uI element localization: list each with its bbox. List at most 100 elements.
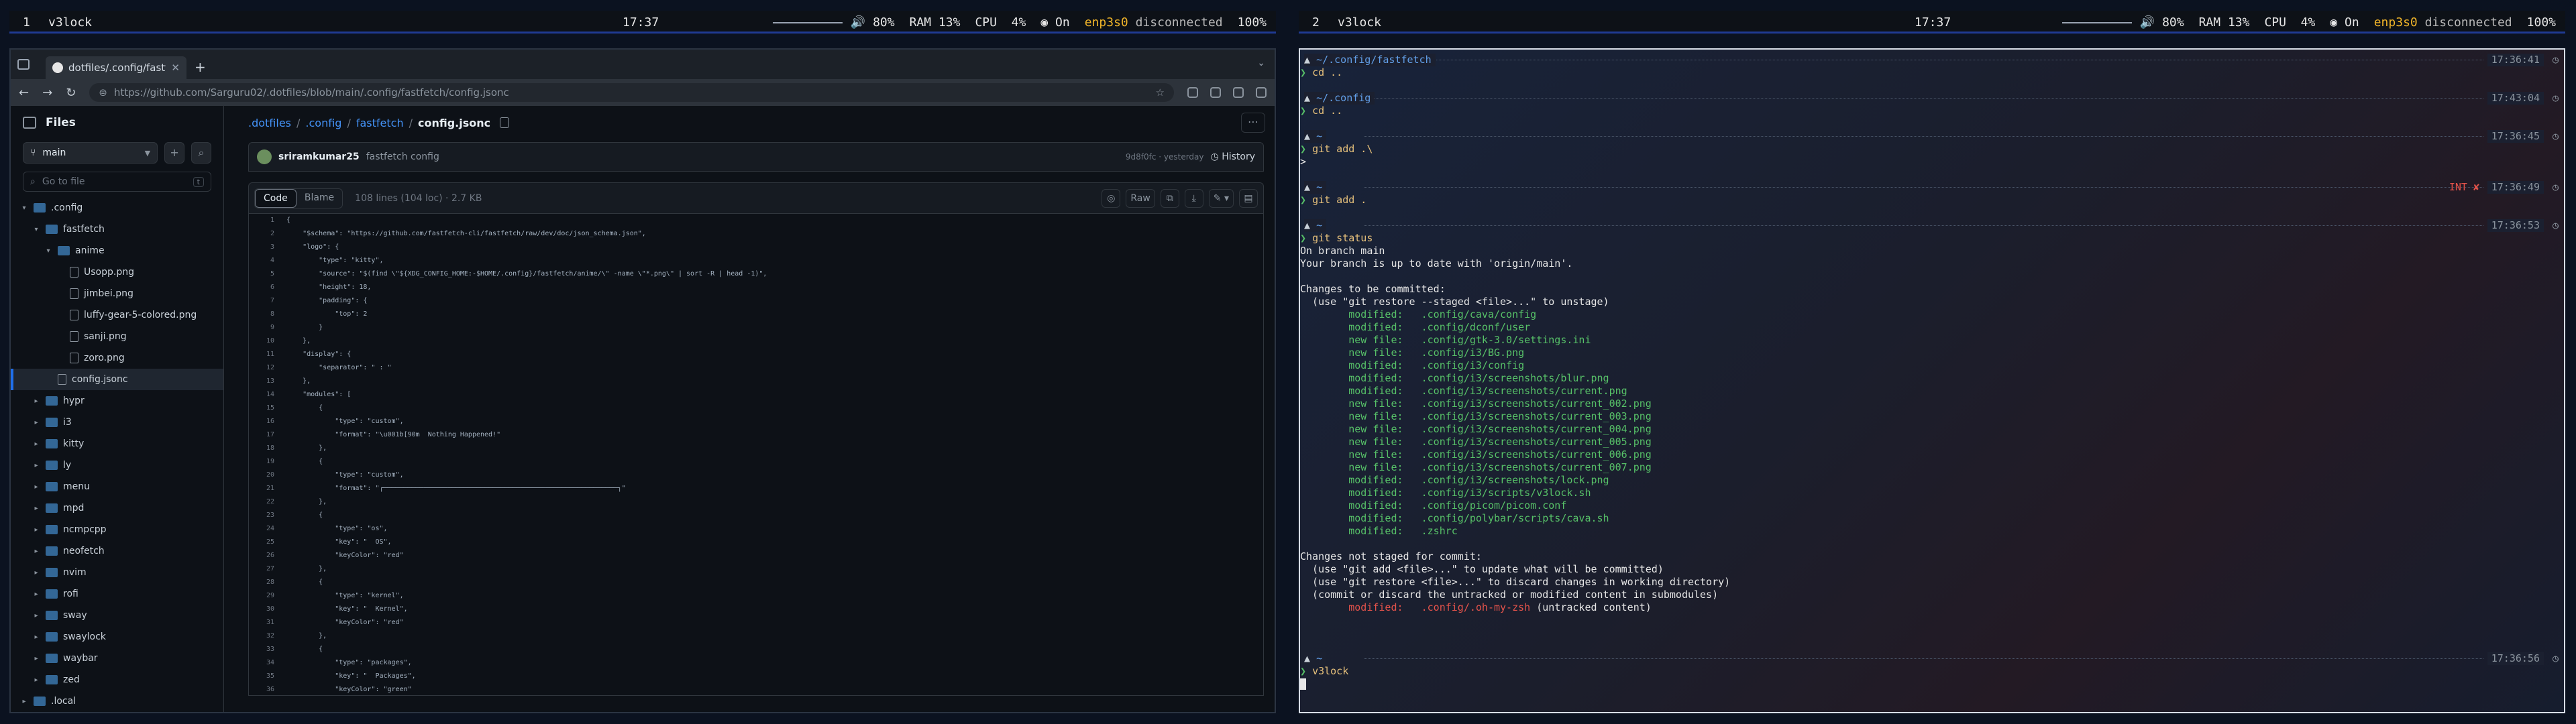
line-number[interactable]: 17 (249, 428, 286, 442)
account-icon[interactable] (1210, 87, 1221, 98)
line-number[interactable]: 24 (249, 522, 286, 536)
tree-folder[interactable]: ▸ zed (11, 669, 223, 690)
tree-file[interactable]: luffy-gear-5-colored.png (11, 304, 223, 326)
chevron-right-icon[interactable]: ▸ (32, 398, 40, 405)
tree-folder[interactable]: ▸ sway (11, 605, 223, 626)
tree-folder[interactable]: ▸ i3 (11, 412, 223, 433)
line-number[interactable]: 8 (249, 308, 286, 321)
commit-message[interactable]: fastfetch config (366, 152, 439, 162)
commit-author[interactable]: sriramkumar25 (278, 152, 360, 162)
line-number[interactable]: 25 (249, 536, 286, 549)
line-number[interactable]: 32 (249, 629, 286, 643)
line-number[interactable]: 28 (249, 576, 286, 589)
tree-file[interactable]: Usopp.png (11, 261, 223, 283)
breadcrumb-link[interactable]: .config (305, 117, 341, 129)
menu-icon[interactable] (1256, 87, 1267, 98)
tree-folder[interactable]: ▾ anime (11, 240, 223, 261)
edit-icon[interactable]: ✎ ▾ (1208, 188, 1234, 208)
branch-selector[interactable]: ⑂ main ▼ (23, 142, 158, 164)
breadcrumb-link[interactable]: fastfetch (356, 117, 404, 129)
browser-tab[interactable]: dotfiles/.config/fastfetch ✕ (46, 56, 186, 79)
line-number[interactable]: 3 (249, 241, 286, 254)
line-number[interactable]: 4 (249, 254, 286, 267)
reload-icon[interactable]: ↻ (66, 86, 76, 100)
line-number[interactable]: 36 (249, 683, 286, 695)
line-number[interactable]: 6 (249, 281, 286, 294)
download-icon[interactable]: ⤓ (1184, 188, 1203, 208)
bookmark-star-icon[interactable]: ☆ (1156, 86, 1165, 99)
tree-folder[interactable]: ▸ kitty (11, 433, 223, 455)
line-number[interactable]: 5 (249, 267, 286, 281)
chevron-down-icon[interactable]: ▾ (44, 247, 52, 255)
code-viewer[interactable]: 1{2 "$schema": "https://github.com/fastf… (248, 213, 1264, 696)
tree-folder[interactable]: ▸ neofetch (11, 540, 223, 562)
search-button[interactable]: ⌕ (191, 142, 211, 164)
commit-sha[interactable]: 9d8f0fc · yesterday (1126, 152, 1204, 162)
chevron-right-icon[interactable]: ▸ (32, 483, 40, 491)
chevron-right-icon[interactable]: ▸ (32, 591, 40, 598)
tree-folder[interactable]: ▾ fastfetch (11, 219, 223, 240)
line-number[interactable]: 26 (249, 549, 286, 562)
tree-folder[interactable]: ▸ swaylock (11, 626, 223, 648)
line-number[interactable]: 7 (249, 294, 286, 308)
line-number[interactable]: 12 (249, 361, 286, 375)
tree-folder[interactable]: ▸ mpd (11, 497, 223, 519)
more-options-button[interactable]: ⋯ (1241, 113, 1265, 133)
extension-icon[interactable] (1233, 87, 1244, 98)
line-number[interactable]: 18 (249, 442, 286, 455)
line-number[interactable]: 29 (249, 589, 286, 603)
tree-folder[interactable]: ▸ nvim (11, 562, 223, 583)
tab-blame[interactable]: Blame (297, 189, 342, 208)
line-number[interactable]: 20 (249, 469, 286, 482)
line-number[interactable]: 11 (249, 348, 286, 361)
go-to-file-input[interactable]: ⌕ Go to file t (23, 172, 211, 192)
line-number[interactable]: 27 (249, 562, 286, 576)
line-number[interactable]: 34 (249, 656, 286, 670)
volume-module[interactable]: 🔊 80% (2061, 15, 2184, 29)
chevron-right-icon[interactable]: ▸ (32, 612, 40, 619)
tree-folder[interactable]: ▸ hypr (11, 390, 223, 412)
line-number[interactable]: 14 (249, 388, 286, 402)
avatar[interactable] (257, 149, 272, 164)
line-number[interactable]: 23 (249, 509, 286, 522)
chevron-down-icon[interactable]: ▾ (32, 226, 40, 233)
forward-icon[interactable]: → (42, 86, 52, 100)
tree-folder[interactable]: ▸ waybar (11, 648, 223, 669)
tree-file[interactable]: config.jsonc (11, 369, 223, 390)
extension-icon[interactable] (1187, 87, 1198, 98)
close-tab-icon[interactable]: ✕ (171, 62, 180, 74)
chevron-right-icon[interactable]: ▸ (32, 676, 40, 684)
tree-file[interactable]: zoro.png (11, 347, 223, 369)
chevron-right-icon[interactable]: ▸ (32, 440, 40, 448)
terminal-window[interactable]: ▲ ~/.config/fastfetch 17:36:41 ◷ ❯ cd .. ▲ ~… (1299, 48, 2565, 713)
tree-file[interactable]: sanji.png (11, 326, 223, 347)
workspace-number[interactable]: 2 (1312, 15, 1320, 29)
line-number[interactable]: 31 (249, 616, 286, 629)
address-bar[interactable]: ⊜ https://github.com/Sarguru02/.dotfiles… (89, 83, 1174, 102)
volume-module[interactable]: 🔊 80% (772, 15, 895, 29)
tree-folder[interactable]: ▾ .config (11, 197, 223, 219)
line-number[interactable]: 10 (249, 335, 286, 348)
line-number[interactable]: 13 (249, 375, 286, 388)
tree-file[interactable]: jimbei.png (11, 283, 223, 304)
site-info-icon[interactable]: ⊜ (99, 86, 107, 99)
chevron-right-icon[interactable]: ▸ (32, 526, 40, 534)
line-number[interactable]: 15 (249, 402, 286, 415)
copy-path-icon[interactable] (500, 117, 510, 128)
new-tab-button[interactable]: + (195, 59, 206, 75)
tree-folder[interactable]: ▸ ncmpcpp (11, 519, 223, 540)
line-number[interactable]: 33 (249, 643, 286, 656)
history-button[interactable]: ◷ History (1211, 152, 1255, 162)
chevron-right-icon[interactable]: ▸ (32, 505, 40, 512)
line-number[interactable]: 2 (249, 227, 286, 241)
sidebar-toggle-icon[interactable] (17, 59, 30, 70)
line-number[interactable]: 1 (249, 214, 286, 227)
line-number[interactable]: 21 (249, 482, 286, 495)
copy-icon[interactable]: ⧉ (1160, 188, 1179, 208)
tree-folder[interactable]: ▸ ly (11, 455, 223, 476)
workspace-number[interactable]: 1 (23, 15, 30, 29)
chevron-down-icon[interactable]: ▾ (20, 204, 28, 212)
copilot-icon[interactable]: ◎ (1102, 188, 1121, 208)
chevron-right-icon[interactable]: ▸ (20, 698, 28, 705)
add-file-button[interactable]: + (164, 142, 185, 164)
